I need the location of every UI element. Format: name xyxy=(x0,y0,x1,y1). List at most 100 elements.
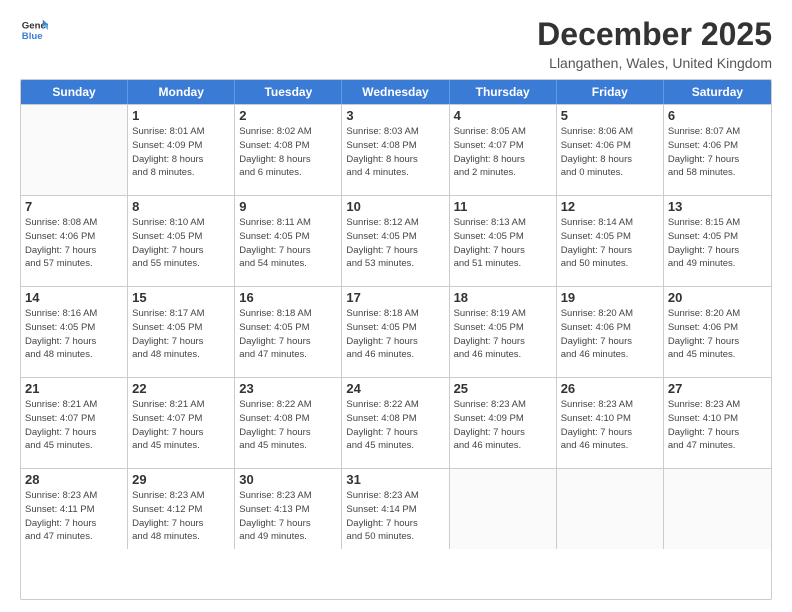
calendar-cell-r0-c2: 2 Sunrise: 8:02 AM Sunset: 4:08 PM Daylig… xyxy=(235,105,342,195)
cell-day-number: 9 xyxy=(239,199,337,214)
cell-daylight-info: Sunrise: 8:03 AM Sunset: 4:08 PM Dayligh… xyxy=(346,125,444,180)
calendar-cell-r1-c4: 11Sunrise: 8:13 AM Sunset: 4:05 PM Dayli… xyxy=(450,196,557,286)
cell-daylight-info: Sunrise: 8:22 AM Sunset: 4:08 PM Dayligh… xyxy=(239,398,337,453)
cell-daylight-info: Sunrise: 8:07 AM Sunset: 4:06 PM Dayligh… xyxy=(668,125,767,180)
calendar-cell-r0-c6: 6 Sunrise: 8:07 AM Sunset: 4:06 PM Daylig… xyxy=(664,105,771,195)
calendar-cell-r4-c0: 28 Sunrise: 8:23 AM Sunset: 4:11 PM Dayli… xyxy=(21,469,128,549)
cell-day-number: 30 xyxy=(239,472,337,487)
calendar-cell-r0-c1: 1 Sunrise: 8:01 AM Sunset: 4:09 PM Daylig… xyxy=(128,105,235,195)
cell-day-number: 4 xyxy=(454,108,552,123)
calendar-cell-r2-c2: 16Sunrise: 8:18 AM Sunset: 4:05 PM Dayli… xyxy=(235,287,342,377)
cell-daylight-info: Sunrise: 8:16 AM Sunset: 4:05 PM Dayligh… xyxy=(25,307,123,362)
cell-daylight-info: Sunrise: 8:23 AM Sunset: 4:14 PM Dayligh… xyxy=(346,489,444,544)
cell-daylight-info: Sunrise: 8:23 AM Sunset: 4:11 PM Dayligh… xyxy=(25,489,123,544)
cell-day-number: 6 xyxy=(668,108,767,123)
cell-daylight-info: Sunrise: 8:15 AM Sunset: 4:05 PM Dayligh… xyxy=(668,216,767,271)
calendar-cell-r4-c6 xyxy=(664,469,771,549)
calendar-cell-r0-c5: 5 Sunrise: 8:06 AM Sunset: 4:06 PM Daylig… xyxy=(557,105,664,195)
logo-icon: General Blue xyxy=(20,16,48,44)
cell-daylight-info: Sunrise: 8:10 AM Sunset: 4:05 PM Dayligh… xyxy=(132,216,230,271)
calendar-cell-r3-c0: 21 Sunrise: 8:21 AM Sunset: 4:07 PM Dayli… xyxy=(21,378,128,468)
calendar-cell-r1-c3: 10 Sunrise: 8:12 AM Sunset: 4:05 PM Dayli… xyxy=(342,196,449,286)
calendar-cell-r3-c3: 24Sunrise: 8:22 AM Sunset: 4:08 PM Dayli… xyxy=(342,378,449,468)
cell-daylight-info: Sunrise: 8:23 AM Sunset: 4:09 PM Dayligh… xyxy=(454,398,552,453)
cell-day-number: 26 xyxy=(561,381,659,396)
cell-daylight-info: Sunrise: 8:23 AM Sunset: 4:10 PM Dayligh… xyxy=(668,398,767,453)
cell-day-number: 5 xyxy=(561,108,659,123)
cell-day-number: 18 xyxy=(454,290,552,305)
calendar-cell-r0-c3: 3 Sunrise: 8:03 AM Sunset: 4:08 PM Daylig… xyxy=(342,105,449,195)
weekday-friday: Friday xyxy=(557,80,664,104)
calendar-row-0: 1 Sunrise: 8:01 AM Sunset: 4:09 PM Daylig… xyxy=(21,104,771,195)
cell-daylight-info: Sunrise: 8:21 AM Sunset: 4:07 PM Dayligh… xyxy=(25,398,123,453)
cell-daylight-info: Sunrise: 8:02 AM Sunset: 4:08 PM Dayligh… xyxy=(239,125,337,180)
cell-day-number: 2 xyxy=(239,108,337,123)
calendar-cell-r0-c4: 4 Sunrise: 8:05 AM Sunset: 4:07 PM Daylig… xyxy=(450,105,557,195)
cell-day-number: 27 xyxy=(668,381,767,396)
header: General Blue December 2025 Llangathen, W… xyxy=(20,16,772,71)
cell-day-number: 22 xyxy=(132,381,230,396)
calendar-cell-r4-c2: 30 Sunrise: 8:23 AM Sunset: 4:13 PM Dayli… xyxy=(235,469,342,549)
cell-daylight-info: Sunrise: 8:01 AM Sunset: 4:09 PM Dayligh… xyxy=(132,125,230,180)
cell-daylight-info: Sunrise: 8:12 AM Sunset: 4:05 PM Dayligh… xyxy=(346,216,444,271)
calendar-header: Sunday Monday Tuesday Wednesday Thursday… xyxy=(21,80,771,104)
calendar-row-1: 7 Sunrise: 8:08 AM Sunset: 4:06 PM Daylig… xyxy=(21,195,771,286)
calendar-cell-r3-c2: 23 Sunrise: 8:22 AM Sunset: 4:08 PM Dayli… xyxy=(235,378,342,468)
calendar: Sunday Monday Tuesday Wednesday Thursday… xyxy=(20,79,772,600)
calendar-cell-r2-c0: 14 Sunrise: 8:16 AM Sunset: 4:05 PM Dayli… xyxy=(21,287,128,377)
title-block: December 2025 Llangathen, Wales, United … xyxy=(537,16,772,71)
calendar-cell-r1-c1: 8 Sunrise: 8:10 AM Sunset: 4:05 PM Daylig… xyxy=(128,196,235,286)
cell-daylight-info: Sunrise: 8:20 AM Sunset: 4:06 PM Dayligh… xyxy=(561,307,659,362)
month-title: December 2025 xyxy=(537,16,772,53)
weekday-wednesday: Wednesday xyxy=(342,80,449,104)
cell-daylight-info: Sunrise: 8:06 AM Sunset: 4:06 PM Dayligh… xyxy=(561,125,659,180)
cell-daylight-info: Sunrise: 8:05 AM Sunset: 4:07 PM Dayligh… xyxy=(454,125,552,180)
cell-day-number: 8 xyxy=(132,199,230,214)
cell-day-number: 3 xyxy=(346,108,444,123)
cell-day-number: 25 xyxy=(454,381,552,396)
cell-daylight-info: Sunrise: 8:23 AM Sunset: 4:12 PM Dayligh… xyxy=(132,489,230,544)
location: Llangathen, Wales, United Kingdom xyxy=(537,55,772,71)
calendar-cell-r1-c2: 9 Sunrise: 8:11 AM Sunset: 4:05 PM Daylig… xyxy=(235,196,342,286)
cell-day-number: 21 xyxy=(25,381,123,396)
calendar-cell-r2-c4: 18 Sunrise: 8:19 AM Sunset: 4:05 PM Dayli… xyxy=(450,287,557,377)
cell-daylight-info: Sunrise: 8:08 AM Sunset: 4:06 PM Dayligh… xyxy=(25,216,123,271)
cell-day-number: 1 xyxy=(132,108,230,123)
cell-day-number: 13 xyxy=(668,199,767,214)
calendar-body: 1 Sunrise: 8:01 AM Sunset: 4:09 PM Daylig… xyxy=(21,104,771,549)
cell-day-number: 28 xyxy=(25,472,123,487)
cell-day-number: 29 xyxy=(132,472,230,487)
cell-daylight-info: Sunrise: 8:11 AM Sunset: 4:05 PM Dayligh… xyxy=(239,216,337,271)
calendar-row-4: 28 Sunrise: 8:23 AM Sunset: 4:11 PM Dayli… xyxy=(21,468,771,549)
calendar-cell-r4-c3: 31Sunrise: 8:23 AM Sunset: 4:14 PM Dayli… xyxy=(342,469,449,549)
calendar-cell-r3-c6: 27 Sunrise: 8:23 AM Sunset: 4:10 PM Dayli… xyxy=(664,378,771,468)
weekday-tuesday: Tuesday xyxy=(235,80,342,104)
weekday-sunday: Sunday xyxy=(21,80,128,104)
calendar-cell-r3-c1: 22Sunrise: 8:21 AM Sunset: 4:07 PM Dayli… xyxy=(128,378,235,468)
cell-day-number: 10 xyxy=(346,199,444,214)
cell-day-number: 7 xyxy=(25,199,123,214)
cell-day-number: 12 xyxy=(561,199,659,214)
cell-daylight-info: Sunrise: 8:23 AM Sunset: 4:13 PM Dayligh… xyxy=(239,489,337,544)
weekday-thursday: Thursday xyxy=(450,80,557,104)
cell-day-number: 23 xyxy=(239,381,337,396)
cell-daylight-info: Sunrise: 8:17 AM Sunset: 4:05 PM Dayligh… xyxy=(132,307,230,362)
cell-daylight-info: Sunrise: 8:18 AM Sunset: 4:05 PM Dayligh… xyxy=(346,307,444,362)
cell-daylight-info: Sunrise: 8:13 AM Sunset: 4:05 PM Dayligh… xyxy=(454,216,552,271)
cell-day-number: 14 xyxy=(25,290,123,305)
cell-day-number: 24 xyxy=(346,381,444,396)
calendar-cell-r1-c0: 7 Sunrise: 8:08 AM Sunset: 4:06 PM Daylig… xyxy=(21,196,128,286)
logo: General Blue xyxy=(20,16,48,44)
calendar-row-3: 21 Sunrise: 8:21 AM Sunset: 4:07 PM Dayli… xyxy=(21,377,771,468)
weekday-monday: Monday xyxy=(128,80,235,104)
page: General Blue December 2025 Llangathen, W… xyxy=(0,0,792,612)
cell-daylight-info: Sunrise: 8:19 AM Sunset: 4:05 PM Dayligh… xyxy=(454,307,552,362)
cell-day-number: 20 xyxy=(668,290,767,305)
cell-day-number: 17 xyxy=(346,290,444,305)
cell-daylight-info: Sunrise: 8:14 AM Sunset: 4:05 PM Dayligh… xyxy=(561,216,659,271)
calendar-cell-r2-c5: 19Sunrise: 8:20 AM Sunset: 4:06 PM Dayli… xyxy=(557,287,664,377)
calendar-cell-r2-c3: 17 Sunrise: 8:18 AM Sunset: 4:05 PM Dayli… xyxy=(342,287,449,377)
calendar-cell-r3-c5: 26Sunrise: 8:23 AM Sunset: 4:10 PM Dayli… xyxy=(557,378,664,468)
calendar-cell-r4-c4 xyxy=(450,469,557,549)
weekday-saturday: Saturday xyxy=(664,80,771,104)
